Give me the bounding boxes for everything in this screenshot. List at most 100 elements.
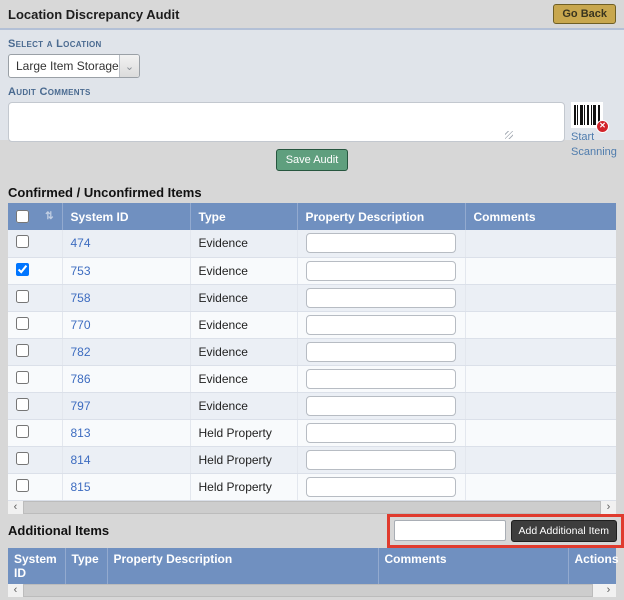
row-checkbox[interactable] (16, 263, 29, 276)
column-header-system-id: System ID (62, 203, 190, 230)
audit-form-panel: Select a Location Large Item Storage ⌄ A… (0, 30, 624, 140)
column-header-type: Type (190, 203, 297, 230)
scrollbar-thumb[interactable] (23, 501, 601, 514)
type-cell-text: Evidence (199, 399, 248, 413)
system-id-link[interactable]: 753 (71, 264, 91, 278)
system-id-link[interactable]: 814 (71, 453, 91, 467)
additional-table-scrollbar: ‹ › (8, 584, 616, 597)
type-cell-text: Held Property (199, 480, 272, 494)
property-description-input[interactable] (306, 369, 456, 389)
location-discrepancy-audit-page: Location Discrepancy Audit Go Back Selec… (0, 0, 624, 600)
additional-items-table: System ID Type Property Description Comm… (8, 548, 616, 584)
type-cell-text: Evidence (199, 291, 248, 305)
system-id-link[interactable]: 786 (71, 372, 91, 386)
system-id-link[interactable]: 797 (71, 399, 91, 413)
start-scanning-button[interactable]: ✕ Start Scanning (571, 102, 617, 160)
column-header-property-description: Property Description (297, 203, 465, 230)
type-cell-text: Evidence (199, 345, 248, 359)
comments-cell (465, 365, 616, 392)
row-checkbox[interactable] (16, 479, 29, 492)
row-checkbox[interactable] (16, 371, 29, 384)
table-row: 813 Held Property (8, 419, 616, 446)
page-title: Location Discrepancy Audit (8, 7, 179, 22)
comments-cell (465, 230, 616, 257)
system-id-link[interactable]: 770 (71, 318, 91, 332)
type-cell-text: Held Property (199, 426, 272, 440)
additional-item-input[interactable] (394, 520, 506, 541)
column-header-type: Type (65, 548, 107, 584)
additional-items-heading: Additional Items (8, 523, 109, 538)
table-row: 815 Held Property (8, 473, 616, 500)
textarea-wrap (8, 102, 565, 142)
system-id-link[interactable]: 815 (71, 480, 91, 494)
scroll-right-icon[interactable]: › (601, 501, 616, 514)
table-row: 758 Evidence (8, 284, 616, 311)
table-row: 753 Evidence (8, 257, 616, 284)
table-row: 814 Held Property (8, 446, 616, 473)
scroll-right-icon[interactable]: › (601, 584, 616, 597)
property-description-input[interactable] (306, 261, 456, 281)
row-checkbox[interactable] (16, 425, 29, 438)
comments-row: ✕ Start Scanning (8, 102, 616, 160)
type-cell-text: Evidence (199, 236, 248, 250)
column-header-comments: Comments (378, 548, 568, 584)
column-header-property-description: Property Description (107, 548, 378, 584)
resize-grip-icon[interactable] (505, 131, 513, 139)
comments-cell (465, 311, 616, 338)
scanner-error-icon: ✕ (596, 120, 609, 133)
comments-label: Audit Comments (8, 86, 616, 98)
row-checkbox[interactable] (16, 235, 29, 248)
row-checkbox[interactable] (16, 317, 29, 330)
start-scanning-label: Start Scanning (571, 130, 617, 160)
comments-cell (465, 284, 616, 311)
additional-header-row: System ID Type Property Description Comm… (8, 548, 616, 584)
confirmed-table-scrollbar: ‹ › (8, 501, 616, 514)
table-row: 474 Evidence (8, 230, 616, 257)
sort-icon[interactable]: ⇅ (45, 211, 53, 222)
table-row: 782 Evidence (8, 338, 616, 365)
top-bar: Location Discrepancy Audit Go Back (0, 0, 624, 30)
property-description-input[interactable] (306, 450, 456, 470)
audit-comments-textarea[interactable] (8, 102, 565, 142)
property-description-input[interactable] (306, 342, 456, 362)
comments-cell (465, 473, 616, 500)
system-id-link[interactable]: 782 (71, 345, 91, 359)
add-additional-item-button[interactable]: Add Additional Item (511, 520, 617, 542)
confirmed-items-heading: Confirmed / Unconfirmed Items (8, 185, 616, 200)
go-back-button[interactable]: Go Back (553, 4, 616, 24)
select-all-checkbox[interactable] (16, 210, 29, 223)
comments-cell (465, 446, 616, 473)
row-checkbox[interactable] (16, 452, 29, 465)
property-description-input[interactable] (306, 396, 456, 416)
confirmed-items-table: ⇅ System ID Type Property Description Co… (8, 203, 616, 501)
row-checkbox[interactable] (16, 290, 29, 303)
confirmed-table-body: 474 Evidence 753 Evidence 758 Evidence 7… (8, 230, 616, 500)
table-row: 797 Evidence (8, 392, 616, 419)
property-description-input[interactable] (306, 423, 456, 443)
scrollbar-thumb[interactable] (23, 584, 593, 597)
column-header-system-id: System ID (8, 548, 65, 584)
system-id-link[interactable]: 758 (71, 291, 91, 305)
type-cell-text: Evidence (199, 264, 248, 278)
property-description-input[interactable] (306, 233, 456, 253)
table-row: 770 Evidence (8, 311, 616, 338)
property-description-input[interactable] (306, 477, 456, 497)
scroll-left-icon[interactable]: ‹ (8, 584, 23, 597)
property-description-input[interactable] (306, 288, 456, 308)
location-select[interactable]: Large Item Storage ⌄ (8, 54, 140, 78)
system-id-link[interactable]: 474 (71, 236, 91, 250)
comments-cell (465, 392, 616, 419)
location-label: Select a Location (8, 38, 616, 50)
row-checkbox[interactable] (16, 398, 29, 411)
system-id-link[interactable]: 813 (71, 426, 91, 440)
type-cell-text: Evidence (199, 372, 248, 386)
column-header-actions: Actions (568, 548, 616, 584)
type-cell-text: Held Property (199, 453, 272, 467)
property-description-input[interactable] (306, 315, 456, 335)
row-checkbox[interactable] (16, 344, 29, 357)
column-header-comments: Comments (465, 203, 616, 230)
comments-cell (465, 338, 616, 365)
comments-cell (465, 257, 616, 284)
scroll-left-icon[interactable]: ‹ (8, 501, 23, 514)
additional-items-bar: Additional Items Add Additional Item (0, 514, 624, 548)
